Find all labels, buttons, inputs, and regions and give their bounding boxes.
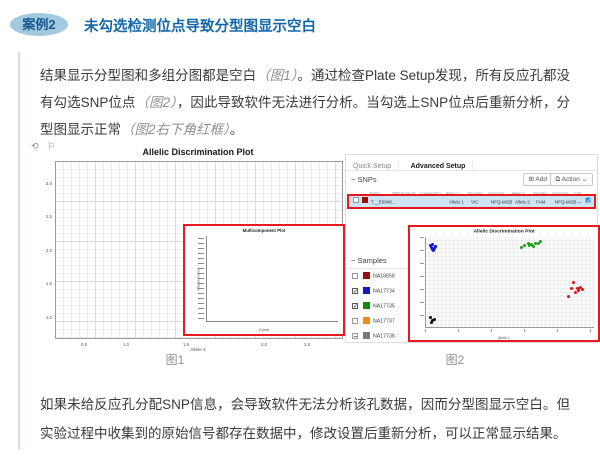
snp-quencher1: NFQ-MGB: [491, 200, 512, 205]
text-segment: 。: [230, 122, 244, 137]
figure2-caption: 图2: [345, 351, 565, 368]
sample-name: NA17737: [373, 318, 395, 324]
snp-name: T__E0948...: [371, 200, 396, 205]
figure2-screenshot: Quick Setup Advanced Setup − SNPs ⊞ Add …: [345, 154, 598, 343]
snp-allele1: Allele 1: [449, 200, 464, 205]
inset-title: Allelic Discrimination Plot: [452, 228, 555, 234]
text-segment: 结果显示分型图和多组分图都是空白: [40, 68, 256, 83]
sample-color-swatch: [363, 317, 370, 324]
snp-row-highlighted[interactable]: T__E0948... Allele 1 VIC NFQ-MGB Allele …: [347, 194, 596, 209]
closing-paragraph: 如果未给反应孔分配SNP信息，会导致软件无法分析该孔数据，因而分型图显示空白。但…: [40, 390, 570, 448]
refresh-icon[interactable]: ⟲: [31, 141, 42, 151]
figure-ref: （图2右下角红框）: [121, 122, 230, 137]
sample-checkbox[interactable]: [352, 273, 358, 279]
sample-row[interactable]: NA17738: [350, 331, 408, 343]
sample-color-swatch: [363, 287, 370, 294]
multicomponent-inset-highlighted: Multicomponent Plot Fluorescence Cycle: [183, 224, 345, 336]
data-point-allele2-homozygous: [434, 245, 437, 248]
data-point-allele1-homozygous: [577, 289, 580, 292]
sample-row[interactable]: NA17735: [350, 301, 408, 313]
figure-ref: （图2）: [135, 95, 176, 110]
sample-name: NA18858: [373, 273, 395, 279]
samples-section-label: Samples: [357, 256, 386, 265]
snp-quencher2: NFQ-MGB: [555, 200, 576, 205]
figures-row: ⟲ ⚐ Allelic Discrimination Plot 3.0 2.5 …: [0, 138, 600, 374]
sample-name: NA17735: [373, 303, 395, 309]
case-badge: 案例2: [10, 13, 68, 36]
action-button[interactable]: ⧉ Action ⌄: [550, 173, 593, 186]
y-tick: 1.5: [39, 281, 52, 286]
inset-x-axis: [206, 321, 338, 322]
snp-color-swatch: [362, 197, 368, 203]
sample-color-swatch: [363, 302, 370, 309]
data-point-heterozygous: [532, 245, 535, 248]
y-tick: 1.0: [39, 315, 52, 320]
inset-y-label: Fluorescence: [196, 268, 200, 291]
inset-y-ticks: [420, 237, 424, 328]
snp-cntl: —: [577, 200, 582, 205]
data-point-heterozygous: [523, 244, 526, 247]
add-button[interactable]: ⊞ Add: [523, 173, 553, 186]
figure1-caption: 图1: [60, 351, 290, 368]
sample-checkbox[interactable]: [352, 303, 358, 309]
data-point-allele2-homozygous: [432, 249, 435, 252]
snp-row-select-checkbox[interactable]: [353, 197, 359, 203]
snp-enabled-checkbox[interactable]: ✓: [586, 198, 591, 203]
snp-reporter1: VIC: [471, 200, 479, 205]
tab-advanced-setup[interactable]: Advanced Setup: [404, 160, 474, 172]
x-tick: 2.5: [300, 342, 313, 347]
chevron-down-icon: ⌄: [582, 176, 587, 183]
plot-title: Allelic Discrimination Plot: [55, 147, 341, 157]
y-tick: 2.0: [39, 248, 52, 253]
page-title: 未勾选检测位点导致分型图显示空白: [84, 15, 316, 36]
snp-reporter2: FAM: [536, 200, 545, 205]
sample-name: NA17734: [373, 288, 395, 294]
data-point-heterozygous: [520, 246, 523, 249]
add-icon: ⊞: [529, 176, 534, 183]
sample-name: NA17738: [373, 333, 395, 339]
sample-row[interactable]: NA18858: [350, 271, 408, 283]
inset-y-axis: [206, 236, 207, 322]
data-point-allele1-homozygous: [570, 287, 573, 290]
data-point-allele1-homozygous: [581, 288, 584, 291]
data-point-no-amplification: [433, 318, 436, 321]
figure-ref: （图1）: [256, 68, 297, 83]
sample-checkbox[interactable]: [352, 333, 358, 339]
data-point-allele1-homozygous: [574, 291, 577, 294]
sample-color-swatch: [363, 332, 370, 339]
data-point-heterozygous: [539, 240, 542, 243]
inset-x-ticks: [425, 329, 594, 332]
tab-quick-setup[interactable]: Quick Setup: [346, 160, 399, 172]
snps-section-label: SNPs: [357, 175, 376, 184]
snp-allele2: Allele 2: [515, 200, 530, 205]
action-icon: ⧉: [556, 176, 561, 183]
allelic-plot-highlighted: Allelic Discrimination Plot Allele 1: [408, 225, 600, 342]
data-point-allele1-homozygous: [572, 281, 575, 284]
y-tick: 2.5: [39, 214, 52, 219]
intro-paragraph: 结果显示分型图和多组分图都是空白（图1）。通过检查Plate Setup发现，所…: [40, 62, 570, 143]
data-point-allele1-homozygous: [567, 295, 570, 298]
sample-checkbox[interactable]: [352, 288, 358, 294]
y-tick: 3.0: [39, 181, 52, 186]
collapse-icon[interactable]: −: [351, 175, 355, 184]
inset-x-label: Cycle: [228, 328, 299, 333]
snps-section-header: − SNPs: [351, 175, 377, 184]
samples-section-header: − Samples: [351, 256, 387, 265]
sample-row[interactable]: NA17734: [350, 286, 408, 298]
sample-checkbox[interactable]: [352, 318, 358, 324]
data-point-no-amplification: [430, 321, 433, 324]
inset-title: Multicomponent Plot: [226, 228, 302, 233]
data-point-allele1-homozygous: [577, 287, 580, 290]
data-point-heterozygous: [537, 242, 540, 245]
sample-row[interactable]: NA17737: [350, 316, 408, 328]
inset-x-label: Allele 1: [466, 336, 541, 340]
setup-tab-bar: Quick Setup Advanced Setup: [346, 155, 597, 171]
x-tick: 0.5: [77, 342, 90, 347]
scatter-plot-area: [425, 237, 594, 328]
sample-color-swatch: [363, 272, 370, 279]
divider: [348, 268, 408, 269]
collapse-icon[interactable]: −: [351, 256, 355, 265]
